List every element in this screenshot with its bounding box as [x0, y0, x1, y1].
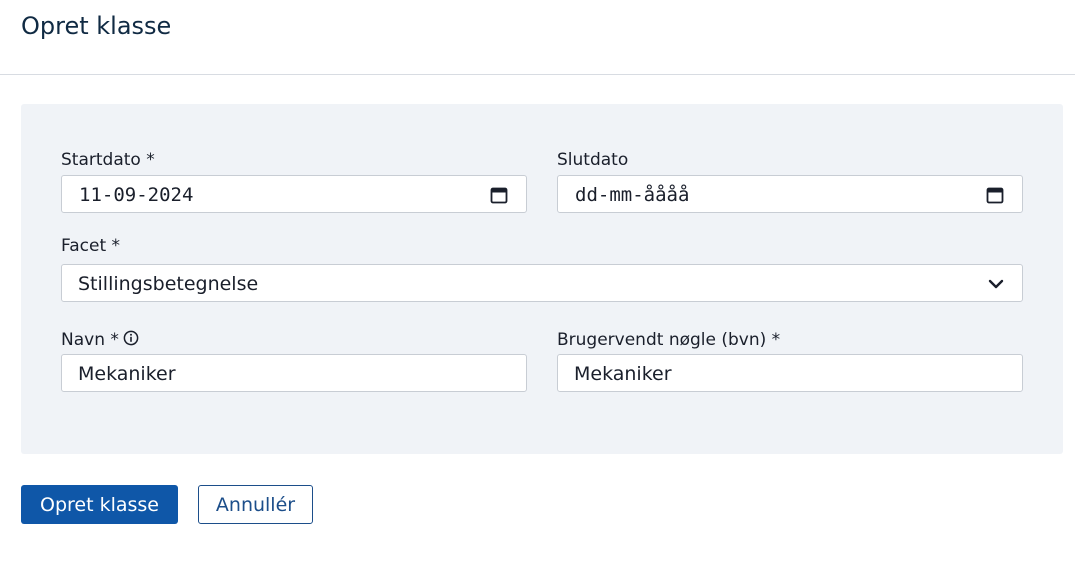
info-icon[interactable]: [123, 330, 139, 346]
startdato-input[interactable]: 11-09-2024: [61, 175, 527, 213]
facet-select[interactable]: Stillingsbetegnelse: [61, 264, 1023, 302]
calendar-icon[interactable]: [986, 186, 1004, 204]
facet-selected-value: Stillingsbetegnelse: [78, 273, 259, 295]
navn-value: Mekaniker: [78, 363, 176, 385]
page-header: Opret klasse: [0, 0, 1075, 75]
calendar-icon[interactable]: [490, 186, 508, 204]
navn-label-row: Navn *: [61, 330, 139, 350]
chevron-down-icon: [988, 279, 1004, 289]
bvn-input[interactable]: Mekaniker: [557, 354, 1023, 392]
page-title: Opret klasse: [21, 12, 172, 40]
navn-input[interactable]: Mekaniker: [61, 354, 527, 392]
navn-label: Navn *: [61, 330, 119, 350]
opret-klasse-button[interactable]: Opret klasse: [21, 485, 178, 524]
slutdato-label: Slutdato: [557, 150, 629, 170]
bvn-label: Brugervendt nøgle (bvn) *: [557, 330, 781, 350]
slutdato-placeholder: dd-mm-åååå: [575, 184, 690, 206]
annuller-button[interactable]: Annullér: [198, 485, 313, 524]
form-panel: Startdato * 11-09-2024 Slutdato dd-mm-åå…: [21, 104, 1063, 454]
startdato-label: Startdato *: [61, 150, 155, 170]
startdato-value: 11-09-2024: [79, 184, 194, 206]
facet-label: Facet *: [61, 236, 121, 256]
slutdato-input[interactable]: dd-mm-åååå: [557, 175, 1023, 213]
bvn-value: Mekaniker: [574, 363, 672, 385]
